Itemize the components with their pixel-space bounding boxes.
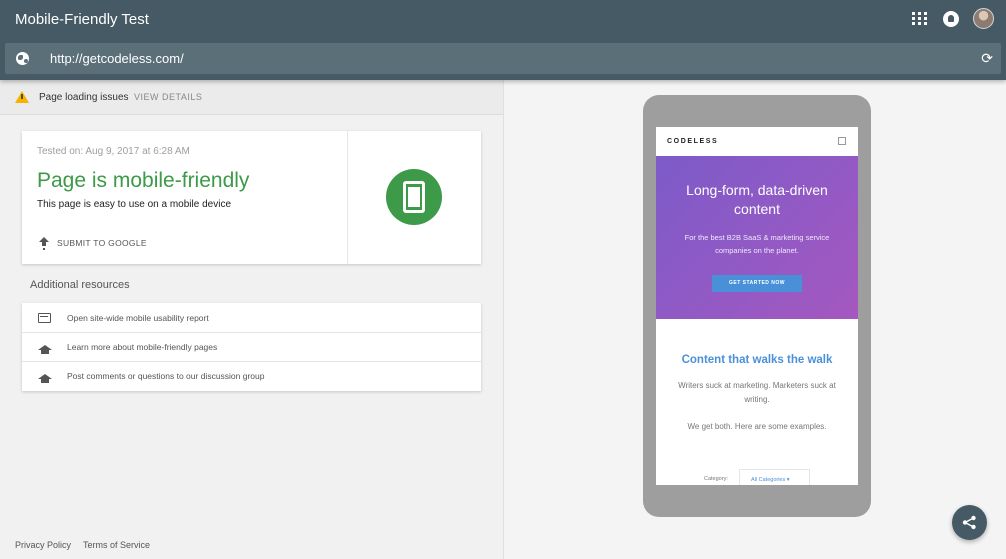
app-title: Mobile-Friendly Test	[15, 11, 149, 28]
share-icon	[962, 515, 976, 530]
app-bar: Mobile-Friendly Test http://getcodeless.…	[0, 0, 1006, 80]
site-hero: Long-form, data-driven content For the b…	[656, 156, 858, 319]
appbar-actions	[911, 8, 994, 29]
verdict-subtitle: This page is easy to use on a mobile dev…	[37, 199, 231, 210]
issues-text: Page loading issues	[39, 92, 129, 103]
section-text: Writers suck at marketing. Marketers suc…	[678, 381, 836, 404]
resources-list: Open site-wide mobile usability report L…	[22, 303, 481, 391]
view-details-link[interactable]: VIEW DETAILS	[134, 92, 202, 102]
url-input[interactable]: http://getcodeless.com/ ⟳	[5, 43, 1001, 74]
resource-item-learn-more[interactable]: Learn more about mobile-friendly pages	[22, 332, 481, 361]
resources-title: Additional resources	[30, 279, 130, 291]
verdict-heading: Page is mobile-friendly	[37, 169, 250, 192]
category-select: All Categories ▾	[739, 469, 810, 485]
hero-cta-button: GET STARTED NOW	[712, 275, 802, 292]
phone-icon	[403, 181, 425, 213]
card-divider	[347, 131, 348, 264]
results-pane: Page loading issues VIEW DETAILS Tested …	[0, 80, 503, 559]
resource-label: Post comments or questions to our discus…	[67, 371, 265, 381]
report-icon	[38, 312, 51, 323]
globe-icon	[16, 52, 29, 65]
issues-bar: Page loading issues VIEW DETAILS	[0, 80, 503, 115]
mobile-friendly-badge	[386, 169, 442, 225]
resource-item-usability-report[interactable]: Open site-wide mobile usability report	[22, 303, 481, 332]
terms-of-service-link[interactable]: Terms of Service	[83, 540, 150, 550]
submit-label: SUBMIT TO GOOGLE	[57, 237, 147, 248]
apps-grid-icon[interactable]	[911, 10, 929, 28]
tested-on-timestamp: Tested on: Aug 9, 2017 at 6:28 AM	[37, 146, 190, 157]
submit-to-google-button[interactable]: SUBMIT TO GOOGLE	[39, 237, 147, 248]
privacy-policy-link[interactable]: Privacy Policy	[15, 540, 71, 550]
upload-icon	[39, 237, 49, 248]
notifications-icon[interactable]	[943, 10, 959, 27]
url-value[interactable]: http://getcodeless.com/	[50, 51, 184, 66]
menu-icon	[838, 137, 846, 145]
graduation-cap-icon	[38, 344, 52, 354]
share-button[interactable]	[952, 505, 987, 540]
site-logo: CODELESS	[667, 138, 719, 145]
section-title: Content that walks the walk	[681, 354, 833, 366]
hero-title: Long-form, data-driven content	[686, 182, 828, 217]
graduation-cap-icon	[38, 373, 52, 383]
avatar[interactable]	[973, 8, 994, 29]
hero-subtitle: For the best B2B SaaS & marketing servic…	[684, 233, 830, 255]
section-text-2: We get both. Here are some examples.	[687, 422, 827, 431]
warning-icon	[15, 91, 29, 103]
resource-item-discussion-group[interactable]: Post comments or questions to our discus…	[22, 361, 481, 390]
page-screenshot[interactable]: CODELESS Long-form, data-driven content …	[656, 127, 858, 485]
footer: Privacy Policy Terms of Service	[15, 540, 150, 550]
result-card: Tested on: Aug 9, 2017 at 6:28 AM Page i…	[22, 131, 481, 264]
resource-label: Learn more about mobile-friendly pages	[67, 342, 218, 352]
category-filter: Category: All Categories ▾	[656, 467, 858, 485]
resource-label: Open site-wide mobile usability report	[67, 312, 209, 323]
phone-frame: CODELESS Long-form, data-driven content …	[643, 95, 871, 517]
category-label: Category:	[704, 476, 728, 482]
site-header: CODELESS	[656, 127, 858, 156]
refresh-icon[interactable]: ⟳	[981, 51, 993, 65]
preview-pane: CODELESS Long-form, data-driven content …	[503, 80, 1006, 559]
